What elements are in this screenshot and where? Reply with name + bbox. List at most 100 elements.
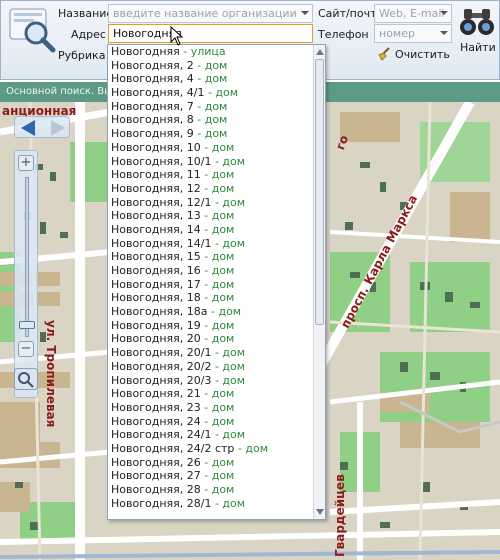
suggestion-kind: - дом xyxy=(193,72,228,86)
suggestion-item[interactable]: Новогодняя, 20/1 - дом xyxy=(108,346,314,360)
suggestion-item[interactable]: Новогодняя, 19 - дом xyxy=(108,319,314,333)
suggestion-kind: - дом xyxy=(193,127,228,141)
suggestion-address: Новогодняя, 11 xyxy=(111,168,201,182)
suggestion-items: Новогодняя - улица Новогодняя, 2 - дом Нов… xyxy=(108,45,314,510)
name-input-placeholder: введите название организации xyxy=(113,7,297,20)
suggestion-kind: - дом xyxy=(200,483,235,496)
suggestion-address: Новогодняя, 9 xyxy=(111,127,194,141)
suggestion-kind: - дом xyxy=(193,113,228,127)
zoom-in-icon[interactable]: + xyxy=(18,155,34,171)
suggestion-kind: - дом xyxy=(200,414,235,428)
site-input-placeholder: Web, E-mail xyxy=(379,7,445,20)
suggestion-address: Новогодняя, 2 xyxy=(111,58,194,72)
suggestion-address: Новогодняя, 4 xyxy=(111,72,194,86)
clear-button-label: Очистить xyxy=(395,47,450,61)
suggestion-item[interactable]: Новогодняя, 26 - дом xyxy=(108,456,314,470)
chevron-down-icon[interactable] xyxy=(440,11,448,15)
phone-input[interactable]: номер xyxy=(374,24,452,43)
rubric-label: Рубрика xyxy=(58,49,106,62)
arrow-right-icon[interactable] xyxy=(51,120,65,136)
suggestion-item[interactable]: Новогодняя, 15 - дом xyxy=(108,250,314,264)
suggestion-item[interactable]: Новогодняя, 14/1 - дом xyxy=(108,237,314,251)
scroll-up-icon[interactable] xyxy=(315,47,325,57)
suggestion-item[interactable]: Новогодняя, 18 - дом xyxy=(108,291,314,305)
suggestion-address: Новогодняя xyxy=(111,45,180,58)
find-button-label: Найти xyxy=(460,41,496,54)
zoom-out-icon[interactable]: − xyxy=(18,341,34,357)
clear-button[interactable]: Очистить xyxy=(377,46,450,62)
suggestion-item[interactable]: Новогодняя, 24/2 стр - дом xyxy=(108,442,314,456)
suggestion-item[interactable]: Новогодняя, 12 - дом xyxy=(108,182,314,196)
suggestion-item[interactable]: Новогодняя, 21 - дом xyxy=(108,387,314,401)
suggestion-scrollbar[interactable] xyxy=(313,45,325,519)
suggestion-kind: - дом xyxy=(200,469,235,483)
chevron-down-icon[interactable] xyxy=(301,11,309,15)
name-input[interactable]: введите название организации xyxy=(108,4,313,23)
suggestion-item[interactable]: Новогодняя, 20 - дом xyxy=(108,332,314,346)
suggestion-kind: - дом xyxy=(193,58,228,72)
arrow-left-icon[interactable] xyxy=(21,120,35,136)
suggestion-item[interactable]: Новогодняя, 20/3 - дом xyxy=(108,374,314,388)
suggestion-item[interactable]: Новогодняя, 18а - дом xyxy=(108,305,314,319)
zoom-panel: + − xyxy=(14,150,38,398)
suggestion-item[interactable]: Новогодняя, 2 - дом xyxy=(108,59,314,73)
suggestion-kind: - дом xyxy=(211,195,246,209)
suggestion-address: Новогодняя, 4/1 xyxy=(111,86,205,100)
suggestion-item[interactable]: Новогодняя, 13 - дом xyxy=(108,209,314,223)
suggestion-kind: - улица xyxy=(179,45,226,58)
chevron-down-icon[interactable] xyxy=(440,31,448,35)
suggestion-item[interactable]: Новогодняя, 28 - дом xyxy=(108,483,314,497)
suggestion-item[interactable]: Новогодняя, 24/1 - дом xyxy=(108,428,314,442)
suggestion-item[interactable]: Новогодняя, 9 - дом xyxy=(108,127,314,141)
suggestion-address: Новогодняя, 14/1 xyxy=(111,236,212,250)
suggestion-address: Новогодняя, 18а xyxy=(111,305,208,319)
suggestion-item[interactable]: Новогодняя - улица xyxy=(108,45,314,59)
suggestion-item[interactable]: Новогодняя, 27 - дом xyxy=(108,469,314,483)
suggestion-item[interactable]: Новогодняя, 14 - дом xyxy=(108,223,314,237)
suggestion-item[interactable]: Новогодняя, 11 - дом xyxy=(108,168,314,182)
suggestion-address: Новогодняя, 13 xyxy=(111,209,201,223)
zoom-slider-thumb[interactable] xyxy=(19,321,35,329)
suggestion-address: Новогодняя, 20/2 xyxy=(111,359,212,373)
suggestion-address: Новогодняя, 7 xyxy=(111,99,194,113)
suggestion-kind: - дом xyxy=(200,140,235,154)
scroll-down-icon[interactable] xyxy=(315,507,325,517)
zoom-to-area-icon[interactable] xyxy=(14,368,38,390)
suggestion-address: Новогодняя, 20/1 xyxy=(111,346,212,360)
broom-icon xyxy=(378,47,390,61)
suggestion-kind: - дом xyxy=(211,373,246,387)
suggestion-item[interactable]: Новогодняя, 7 - дом xyxy=(108,100,314,114)
address-input[interactable]: Новогодняя xyxy=(108,24,313,43)
suggestion-address: Новогодняя, 19 xyxy=(111,318,201,332)
suggestion-item[interactable]: Новогодняя, 20/2 - дом xyxy=(108,360,314,374)
suggestion-kind: - дом xyxy=(211,236,246,250)
scroll-thumb[interactable] xyxy=(315,59,324,325)
suggestion-address: Новогодняя, 28/1 xyxy=(111,496,212,510)
site-input[interactable]: Web, E-mail xyxy=(374,4,452,23)
suggestion-item[interactable]: Новогодняя, 4/1 - дом xyxy=(108,86,314,100)
suggestion-item[interactable]: Новогодняя, 8 - дом xyxy=(108,113,314,127)
suggestion-kind: - дом xyxy=(200,264,235,277)
suggestion-kind: - дом xyxy=(211,496,246,510)
suggestion-item[interactable]: Новогодняя, 17 - дом xyxy=(108,278,314,292)
suggestion-address: Новогодняя, 21 xyxy=(111,387,201,401)
address-label: Адрес xyxy=(71,28,106,41)
suggestion-address: Новогодняя, 15 xyxy=(111,250,201,264)
zoom-slider-track[interactable] xyxy=(25,177,29,337)
suggestion-item[interactable]: Новогодняя, 16 - дом xyxy=(108,264,314,278)
suggestion-item[interactable]: Новогодняя, 4 - дом xyxy=(108,72,314,86)
address-suggestion-list[interactable]: Новогодняя - улица Новогодняя, 2 - дом Нов… xyxy=(107,44,326,520)
suggestion-kind: - дом xyxy=(200,277,235,291)
suggestion-address: Новогодняя, 20/3 xyxy=(111,373,212,387)
suggestion-item[interactable]: Новогодняя, 10 - дом xyxy=(108,141,314,155)
suggestion-item[interactable]: Новогодняя, 28/1 - дом xyxy=(108,497,314,511)
suggestion-item[interactable]: Новогодняя, 12/1 - дом xyxy=(108,196,314,210)
suggestion-item[interactable]: Новогодняя, 24 - дом xyxy=(108,415,314,429)
suggestion-address: Новогодняя, 12 xyxy=(111,181,201,195)
suggestion-item[interactable]: Новогодняя, 23 - дом xyxy=(108,401,314,415)
street-label-gvardeitsev: Гвардейцев xyxy=(333,474,347,557)
find-button[interactable]: Найти xyxy=(457,5,497,57)
suggestion-address: Новогодняя, 23 xyxy=(111,400,201,414)
suggestion-item[interactable]: Новогодняя, 10/1 - дом xyxy=(108,155,314,169)
suggestion-address: Новогодняя, 24/1 xyxy=(111,428,212,442)
